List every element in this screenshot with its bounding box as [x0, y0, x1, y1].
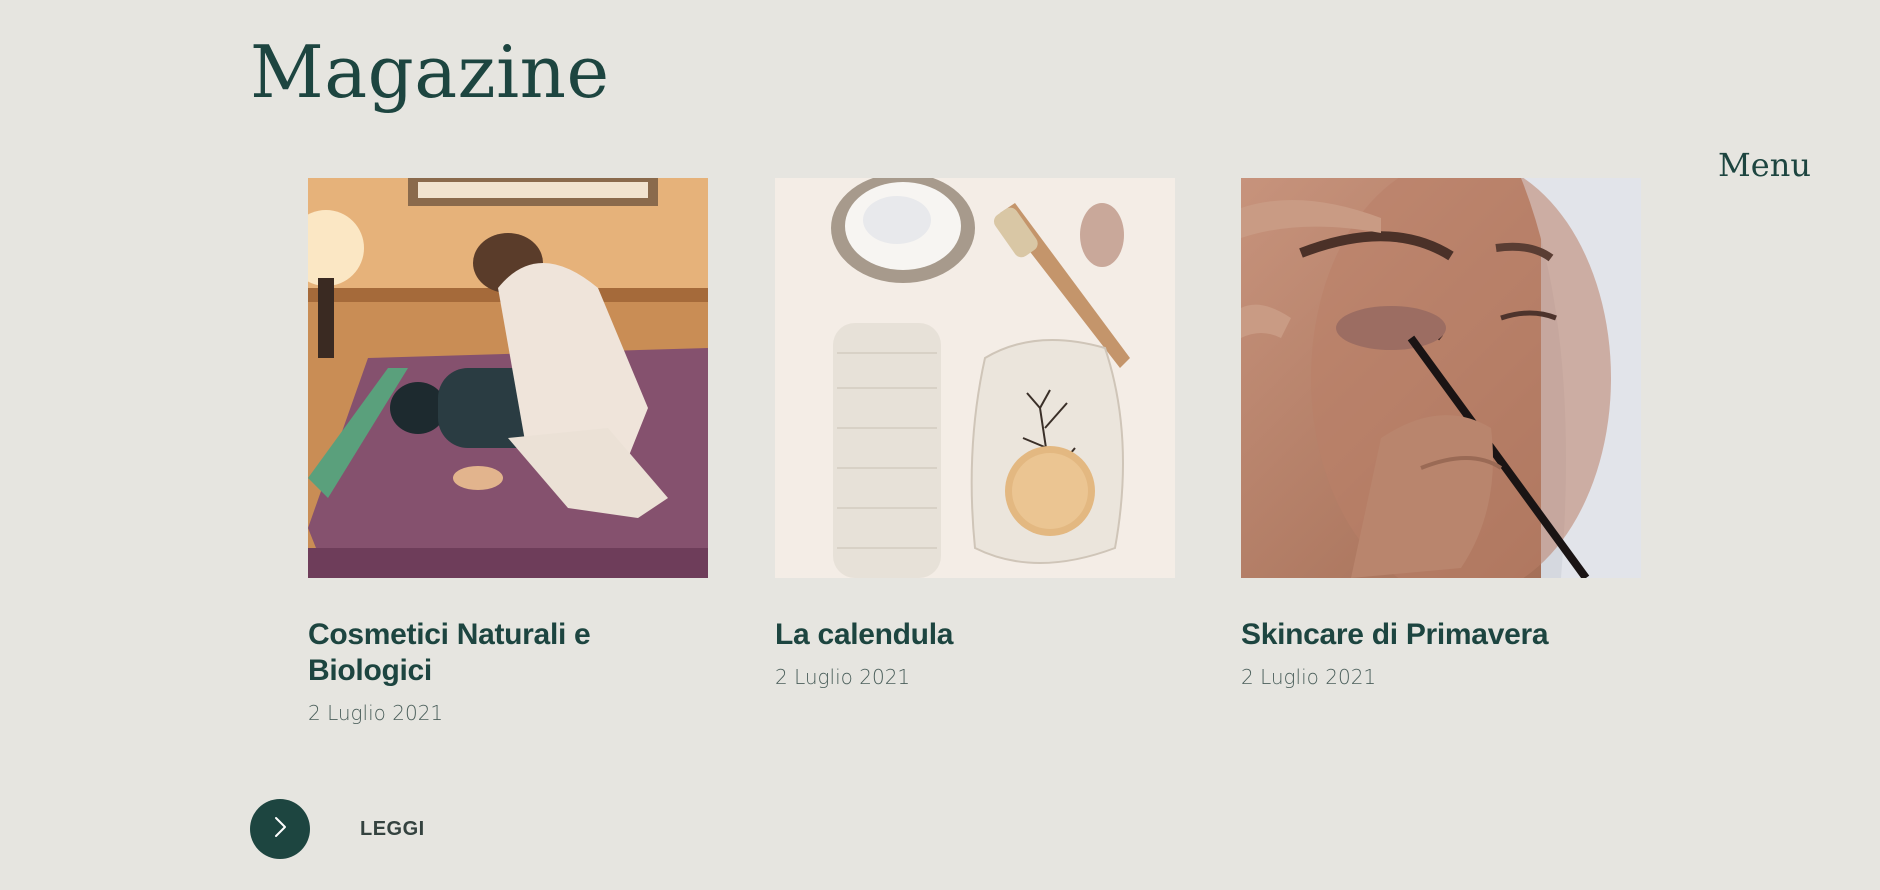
- read-link[interactable]: LEGGI: [360, 818, 425, 841]
- article-title[interactable]: Cosmetici Naturali e Biologici: [308, 617, 708, 689]
- page-title: Magazine: [250, 30, 610, 114]
- article-image-spa[interactable]: [775, 178, 1175, 578]
- article-card[interactable]: Skincare di Primavera 2 Luglio 2021: [1241, 178, 1641, 689]
- chevron-right-icon: [270, 815, 290, 844]
- menu-button[interactable]: Menu: [1718, 146, 1811, 184]
- article-date: 2 Luglio 2021: [1241, 665, 1377, 689]
- article-title[interactable]: Skincare di Primavera: [1241, 617, 1641, 653]
- article-image-massage[interactable]: [308, 178, 708, 578]
- article-title[interactable]: La calendula: [775, 617, 1175, 653]
- article-date: 2 Luglio 2021: [775, 665, 911, 689]
- article-card[interactable]: Cosmetici Naturali e Biologici 2 Luglio …: [308, 178, 708, 725]
- next-button[interactable]: [250, 799, 310, 859]
- article-card[interactable]: La calendula 2 Luglio 2021: [775, 178, 1175, 689]
- article-image-eyeliner[interactable]: [1241, 178, 1641, 578]
- article-date: 2 Luglio 2021: [308, 701, 444, 725]
